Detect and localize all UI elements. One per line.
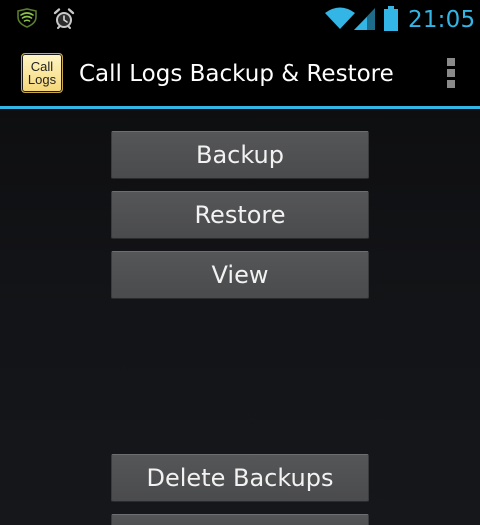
wifi-icon xyxy=(325,7,355,29)
overflow-menu-icon[interactable] xyxy=(440,57,464,93)
delete-backups-button[interactable]: Delete Backups xyxy=(111,454,369,502)
backup-button[interactable]: Backup xyxy=(111,131,369,179)
alarm-icon xyxy=(53,8,75,29)
restore-button[interactable]: Restore xyxy=(111,191,369,239)
status-bar: 21:05 xyxy=(0,0,480,38)
app-screen: 21:05 Call Logs Call Logs Backup & Resto… xyxy=(0,0,480,525)
signal-icon xyxy=(354,8,375,30)
app-logo-icon[interactable]: Call Logs xyxy=(21,53,63,93)
shield-icon xyxy=(17,8,37,28)
page-title: Call Logs Backup & Restore xyxy=(79,61,394,87)
view-button[interactable]: View xyxy=(111,251,369,299)
action-bar: Call Logs Call Logs Backup & Restore xyxy=(0,38,480,109)
status-clock: 21:05 xyxy=(408,7,476,33)
app-logo-line2: Logs xyxy=(27,72,57,87)
partially-visible-button[interactable] xyxy=(111,514,369,525)
battery-icon xyxy=(384,6,398,31)
